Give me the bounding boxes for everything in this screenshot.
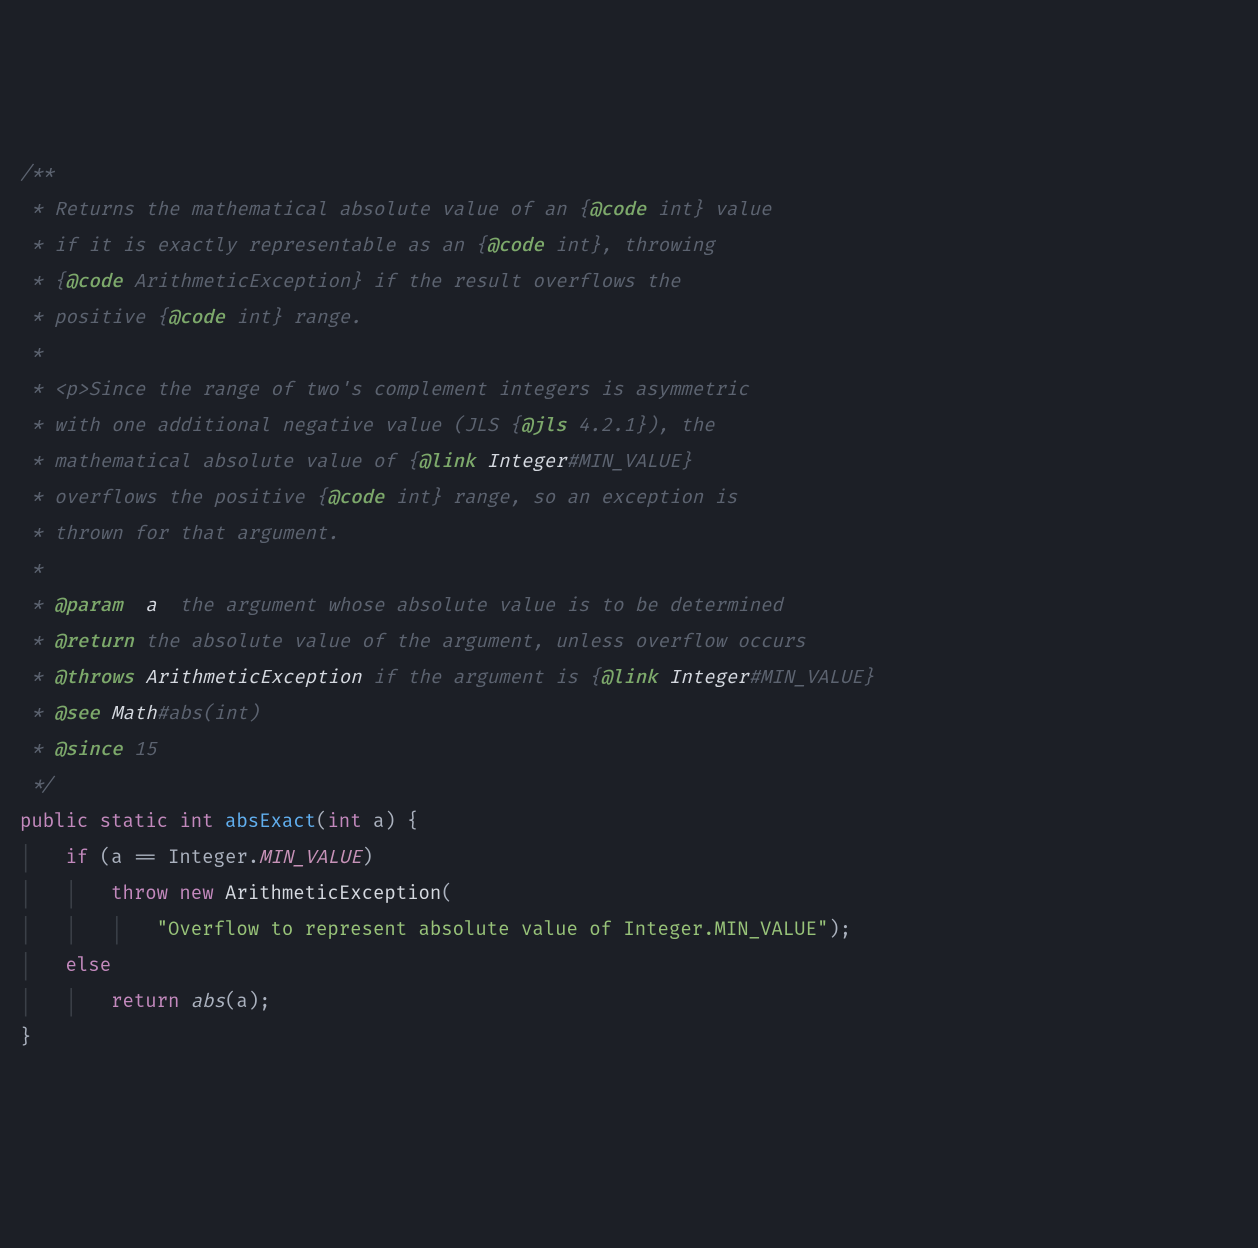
javadoc-open: /** [20,162,54,185]
doc-since: * @since 15 [20,738,157,761]
throw-msg-line: │ │ │ "Overflow to represent absolute va… [20,918,851,941]
doc-blank-2: * [20,558,43,581]
close-brace: } [20,1026,31,1049]
javadoc-close: */ [20,774,54,797]
doc-line-3: * {@code ArithmeticException} if the res… [20,270,680,293]
return-line: │ │ return abs(a); [20,990,271,1013]
doc-throws: * @throws ArithmeticException if the arg… [20,666,874,689]
method-signature: public static int absExact(int a) { [20,810,419,833]
doc-line-9: * thrown for that argument. [20,522,339,545]
doc-line-5: * <p>Since the range of two's complement… [20,378,749,401]
doc-return: * @return the absolute value of the argu… [20,630,806,653]
code-editor-viewport[interactable]: /** * Returns the mathematical absolute … [20,156,1238,1056]
doc-line-2: * if it is exactly representable as an {… [20,234,715,257]
doc-blank-1: * [20,342,43,365]
if-line: │ if (a == Integer.MIN_VALUE) [20,846,373,869]
doc-line-6: * with one additional negative value (JL… [20,414,714,437]
doc-line-8: * overflows the positive {@code int} ran… [20,486,737,509]
doc-param: * @param a the argument whose absolute v… [20,594,783,617]
else-line: │ else [20,954,111,977]
doc-see: * @see Math#abs(int) [20,702,259,725]
doc-line-7: * mathematical absolute value of {@link … [20,450,692,473]
doc-line-1: * Returns the mathematical absolute valu… [20,198,771,221]
throw-line: │ │ throw new ArithmeticException( [20,882,453,905]
doc-line-4: * positive {@code int} range. [20,306,362,329]
